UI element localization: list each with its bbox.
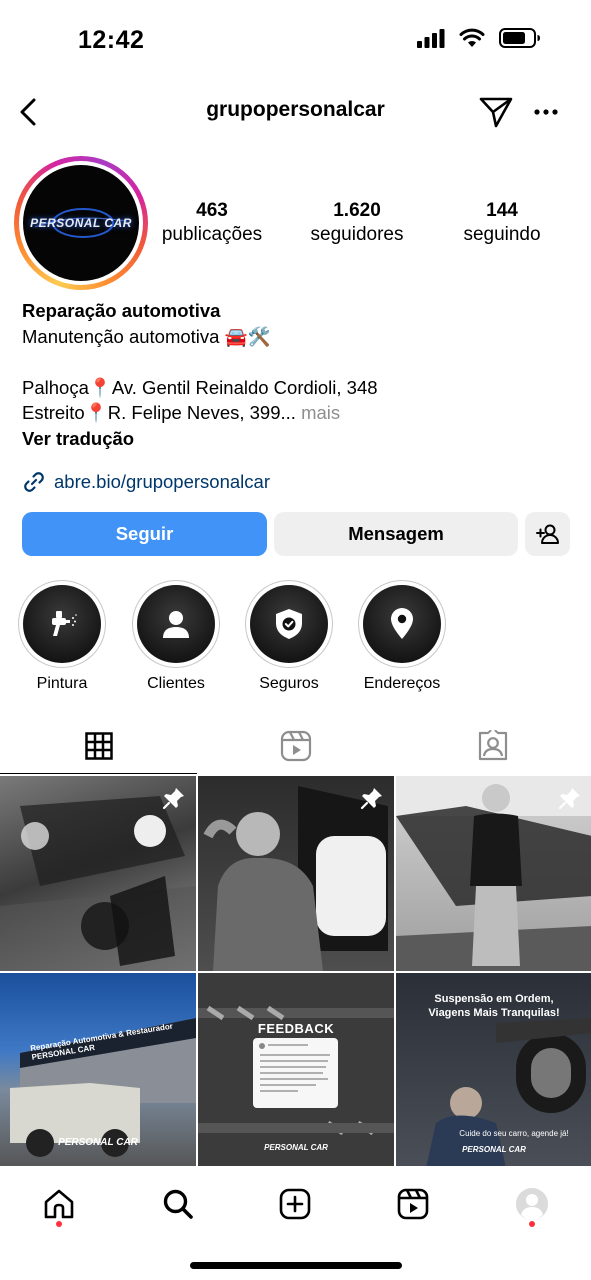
truck-brand-text: PERSONAL CAR (58, 1137, 138, 1148)
highlight-label: Endereços (363, 675, 441, 692)
nav-reels[interactable] (385, 1182, 441, 1226)
bio-category: Reparação automotiva (22, 300, 221, 321)
bio-link[interactable]: abre.bio/grupopersonalcar (22, 470, 270, 494)
highlight-seguros[interactable]: Seguros (239, 580, 339, 693)
nav-home[interactable] (31, 1182, 87, 1226)
post-thumbnail[interactable] (198, 776, 394, 971)
stat-following[interactable]: 144 seguindo (458, 200, 546, 246)
avatar-story-ring[interactable]: PERSONAL CAR (14, 156, 148, 290)
status-icons (417, 28, 541, 48)
pin-icon (558, 788, 580, 810)
suspension-brand: PERSONAL CAR (462, 1145, 526, 1154)
profile-notification-dot (529, 1221, 535, 1227)
pin-icon (162, 788, 184, 810)
bio-line-2: Palhoça📍Av. Gentil Reinaldo Cordioli, 34… (22, 376, 378, 398)
profile-actions: Seguir Mensagem (22, 512, 570, 556)
feedback-brand: PERSONAL CAR (264, 1143, 328, 1152)
follow-button[interactable]: Seguir (22, 512, 267, 556)
tab-reels[interactable] (197, 718, 394, 774)
wifi-icon (459, 28, 485, 47)
battery-icon (499, 28, 540, 48)
profile-tabs (0, 718, 591, 774)
post-thumbnail[interactable] (396, 776, 591, 971)
stat-followers-label: seguidores (310, 224, 404, 245)
posts-grid: Reparação Automotiva & Restaurador PERSO… (0, 776, 591, 1168)
profile-header: grupopersonalcar (0, 86, 591, 138)
home-indicator (190, 1262, 402, 1269)
bottom-navigation (0, 1166, 591, 1280)
reels-icon (280, 730, 311, 762)
profile-bio: Reparação automotiva Manutenção automoti… (22, 298, 572, 451)
message-button[interactable]: Mensagem (274, 512, 518, 556)
more-options-button[interactable] (530, 94, 562, 130)
suspension-headline-2: Viagens Mais Tranquilas! (428, 1007, 560, 1019)
stat-following-label: seguindo (463, 224, 541, 245)
person-icon (163, 611, 189, 638)
stat-followers[interactable]: 1.620 seguidores (304, 200, 410, 246)
stat-following-value: 144 (486, 200, 518, 221)
stat-posts[interactable]: 463 publicações (158, 200, 266, 246)
avatar: PERSONAL CAR (23, 165, 139, 281)
suspension-caption: Cuide do seu carro, agende já! (459, 1129, 569, 1138)
nav-search[interactable] (150, 1182, 206, 1226)
more-horizontal-icon (534, 109, 558, 115)
paper-plane-icon (479, 97, 513, 128)
stat-followers-value: 1.620 (333, 200, 381, 221)
post-thumbnail[interactable]: Reparação Automotiva & Restaurador PERSO… (0, 973, 196, 1168)
highlight-pintura[interactable]: Pintura (12, 580, 112, 693)
status-time: 12:42 (78, 26, 145, 54)
nav-profile[interactable] (504, 1182, 560, 1226)
search-icon (163, 1189, 193, 1219)
tagged-icon (478, 730, 507, 761)
translate-link[interactable]: Ver tradução (22, 426, 572, 452)
suspension-headline-1: Suspensão em Ordem, (434, 993, 554, 1005)
shield-check-icon (276, 609, 302, 639)
stat-posts-value: 463 (196, 200, 228, 221)
highlight-label: Seguros (259, 675, 319, 692)
cellular-signal-icon (417, 29, 445, 48)
add-user-icon (535, 524, 559, 544)
home-notification-dot (56, 1221, 62, 1227)
spray-gun-icon (52, 611, 77, 636)
status-bar: 12:42 (0, 0, 591, 80)
link-icon (24, 472, 44, 492)
create-post-icon (279, 1188, 311, 1220)
profile-avatar-icon (516, 1188, 548, 1220)
post-feedback-graphic (198, 1005, 394, 1136)
send-message-button[interactable] (478, 94, 514, 130)
pin-icon (360, 788, 382, 810)
grid-icon (84, 732, 113, 760)
highlight-label: Clientes (147, 675, 205, 692)
tab-tagged[interactable] (394, 718, 591, 774)
bio-line-3: Estreito📍R. Felipe Neves, 399... (22, 402, 296, 423)
stat-posts-label: publicações (161, 224, 263, 245)
post-thumbnail[interactable]: FEEDBACK PERSONAL CAR (198, 973, 394, 1168)
avatar-logo-text: PERSONAL CAR (30, 216, 132, 230)
story-highlights: Pintura Clientes Seguros Endereços (0, 580, 591, 696)
highlight-enderecos[interactable]: Endereços (352, 580, 452, 693)
active-tab-indicator (0, 772, 197, 774)
location-pin-icon (391, 608, 413, 639)
nav-create[interactable] (267, 1182, 323, 1226)
feedback-title: FEEDBACK (257, 1021, 335, 1036)
reels-icon (397, 1188, 429, 1220)
tab-posts[interactable] (0, 718, 197, 774)
profile-summary: PERSONAL CAR 463 publicações 1.620 segui… (0, 152, 591, 292)
bio-link-text: abre.bio/grupopersonalcar (54, 471, 270, 492)
bio-line-3-row: Estreito📍R. Felipe Neves, 399... mais (22, 400, 572, 426)
highlight-label: Pintura (36, 675, 88, 692)
bio-line-1: Manutenção automotiva 🚘🛠️ (22, 325, 271, 347)
post-thumbnail[interactable]: Suspensão em Ordem, Viagens Mais Tranqui… (396, 973, 591, 1168)
home-icon (44, 1189, 74, 1219)
highlight-clientes[interactable]: Clientes (126, 580, 226, 693)
bio-more-link[interactable]: mais (301, 402, 340, 423)
suggested-users-button[interactable] (525, 512, 570, 556)
post-thumbnail[interactable] (0, 776, 196, 971)
